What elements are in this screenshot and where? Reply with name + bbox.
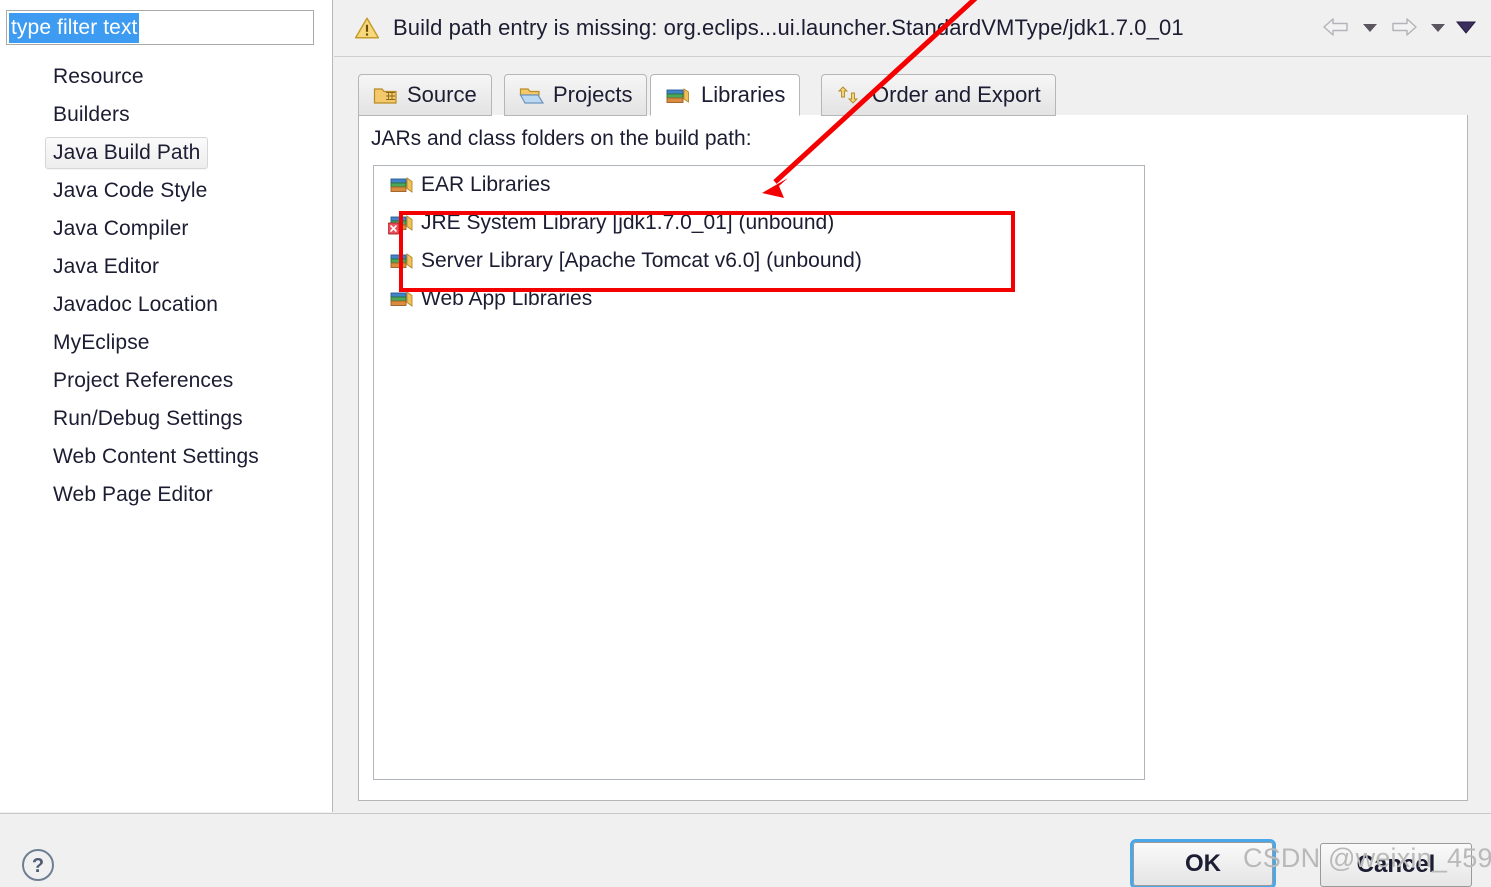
list-item-label: EAR Libraries bbox=[421, 173, 551, 196]
tab-label: Projects bbox=[553, 82, 633, 107]
sidebar-item-label: Run/Debug Settings bbox=[53, 407, 243, 430]
sidebar-item-label: Javadoc Location bbox=[53, 293, 219, 316]
sidebar-item-label: MyEclipse bbox=[53, 331, 150, 354]
warning-icon bbox=[354, 17, 380, 39]
java-build-path-dialog: type filter text Resource Builders Java … bbox=[0, 0, 1491, 887]
error-badge-icon bbox=[387, 222, 400, 235]
tab-label: Libraries bbox=[701, 82, 786, 107]
svg-text:?: ? bbox=[32, 855, 44, 877]
sidebar-item-java-code-style[interactable]: Java Code Style bbox=[0, 172, 332, 210]
csdn-watermark: CSDN @weixin_45980586 bbox=[1243, 843, 1491, 873]
sidebar-item-label: Java Editor bbox=[53, 255, 160, 278]
sidebar-item-label: Java Code Style bbox=[53, 179, 208, 202]
sidebar-item-web-page-editor[interactable]: Web Page Editor bbox=[0, 476, 332, 514]
preferences-sidebar: type filter text Resource Builders Java … bbox=[0, 0, 333, 812]
sidebar-item-label: Java Build Path bbox=[45, 137, 209, 170]
tab-libraries[interactable]: Libraries bbox=[650, 74, 801, 116]
library-books-icon bbox=[388, 286, 416, 312]
help-question-icon[interactable]: ? bbox=[20, 847, 56, 883]
order-export-icon bbox=[836, 84, 863, 106]
sidebar-item-web-content-settings[interactable]: Web Content Settings bbox=[0, 438, 332, 476]
tab-source[interactable]: Source bbox=[358, 74, 492, 116]
sidebar-item-project-references[interactable]: Project References bbox=[0, 362, 332, 400]
library-books-icon bbox=[387, 210, 416, 236]
preferences-tree: Resource Builders Java Build Path Java C… bbox=[0, 58, 332, 514]
sidebar-item-label: Builders bbox=[53, 103, 130, 126]
sidebar-item-label: Project References bbox=[53, 369, 234, 392]
tab-projects[interactable]: Projects bbox=[504, 74, 648, 116]
filter-input-value: type filter text bbox=[9, 12, 140, 43]
sidebar-item-builders[interactable]: Builders bbox=[0, 96, 332, 134]
filter-input[interactable]: type filter text bbox=[6, 10, 314, 45]
library-books-icon bbox=[388, 172, 416, 198]
list-item-label: Server Library [Apache Tomcat v6.0] (unb… bbox=[421, 249, 862, 272]
sidebar-item-java-compiler[interactable]: Java Compiler bbox=[0, 210, 332, 248]
sidebar-item-label: Java Compiler bbox=[53, 217, 189, 240]
sidebar-item-resource[interactable]: Resource bbox=[0, 58, 332, 96]
tab-label: Source bbox=[407, 82, 477, 107]
list-item-label: Web App Libraries bbox=[421, 287, 593, 310]
properties-content-pane: Build path entry is missing: org.eclips.… bbox=[334, 0, 1491, 812]
build-path-tabs: Source Projects Libraries Order and Expo… bbox=[358, 74, 1468, 116]
list-caption: JARs and class folders on the build path… bbox=[371, 127, 752, 150]
list-item[interactable]: Server Library [Apache Tomcat v6.0] (unb… bbox=[374, 242, 1144, 280]
sidebar-item-label: Web Content Settings bbox=[53, 445, 259, 468]
sidebar-item-java-build-path[interactable]: Java Build Path bbox=[0, 134, 332, 172]
libraries-list[interactable]: EAR Libraries JRE System Library [jdk1.7… bbox=[373, 165, 1145, 780]
status-message-bar: Build path entry is missing: org.eclips.… bbox=[334, 0, 1491, 57]
sidebar-item-myeclipse[interactable]: MyEclipse bbox=[0, 324, 332, 362]
source-folder-icon bbox=[373, 84, 398, 106]
back-arrow-icon[interactable] bbox=[1317, 9, 1355, 45]
libraries-tab-panel: JARs and class folders on the build path… bbox=[358, 115, 1468, 801]
library-books-icon bbox=[388, 248, 416, 274]
list-item[interactable]: Web App Libraries bbox=[374, 280, 1144, 318]
view-menu-icon[interactable] bbox=[1453, 9, 1479, 45]
status-message-text: Build path entry is missing: org.eclips.… bbox=[393, 15, 1184, 40]
tab-label: Order and Export bbox=[872, 82, 1041, 107]
list-item[interactable]: JRE System Library [jdk1.7.0_01] (unboun… bbox=[374, 204, 1144, 242]
sidebar-item-label: Web Page Editor bbox=[53, 483, 213, 506]
back-history-dropdown-icon[interactable] bbox=[1357, 9, 1383, 45]
tab-order-and-export[interactable]: Order and Export bbox=[821, 74, 1056, 116]
libraries-books-icon bbox=[665, 84, 692, 106]
history-navigation bbox=[1317, 9, 1479, 45]
sidebar-item-run-debug-settings[interactable]: Run/Debug Settings bbox=[0, 400, 332, 438]
forward-arrow-icon[interactable] bbox=[1385, 9, 1423, 45]
projects-folder-icon bbox=[519, 84, 544, 106]
forward-history-dropdown-icon[interactable] bbox=[1425, 9, 1451, 45]
list-item[interactable]: EAR Libraries bbox=[374, 166, 1144, 204]
sidebar-item-java-editor[interactable]: Java Editor bbox=[0, 248, 332, 286]
sidebar-item-label: Resource bbox=[53, 65, 144, 88]
list-item-label: JRE System Library [jdk1.7.0_01] (unboun… bbox=[421, 211, 835, 234]
sidebar-item-javadoc-location[interactable]: Javadoc Location bbox=[0, 286, 332, 324]
